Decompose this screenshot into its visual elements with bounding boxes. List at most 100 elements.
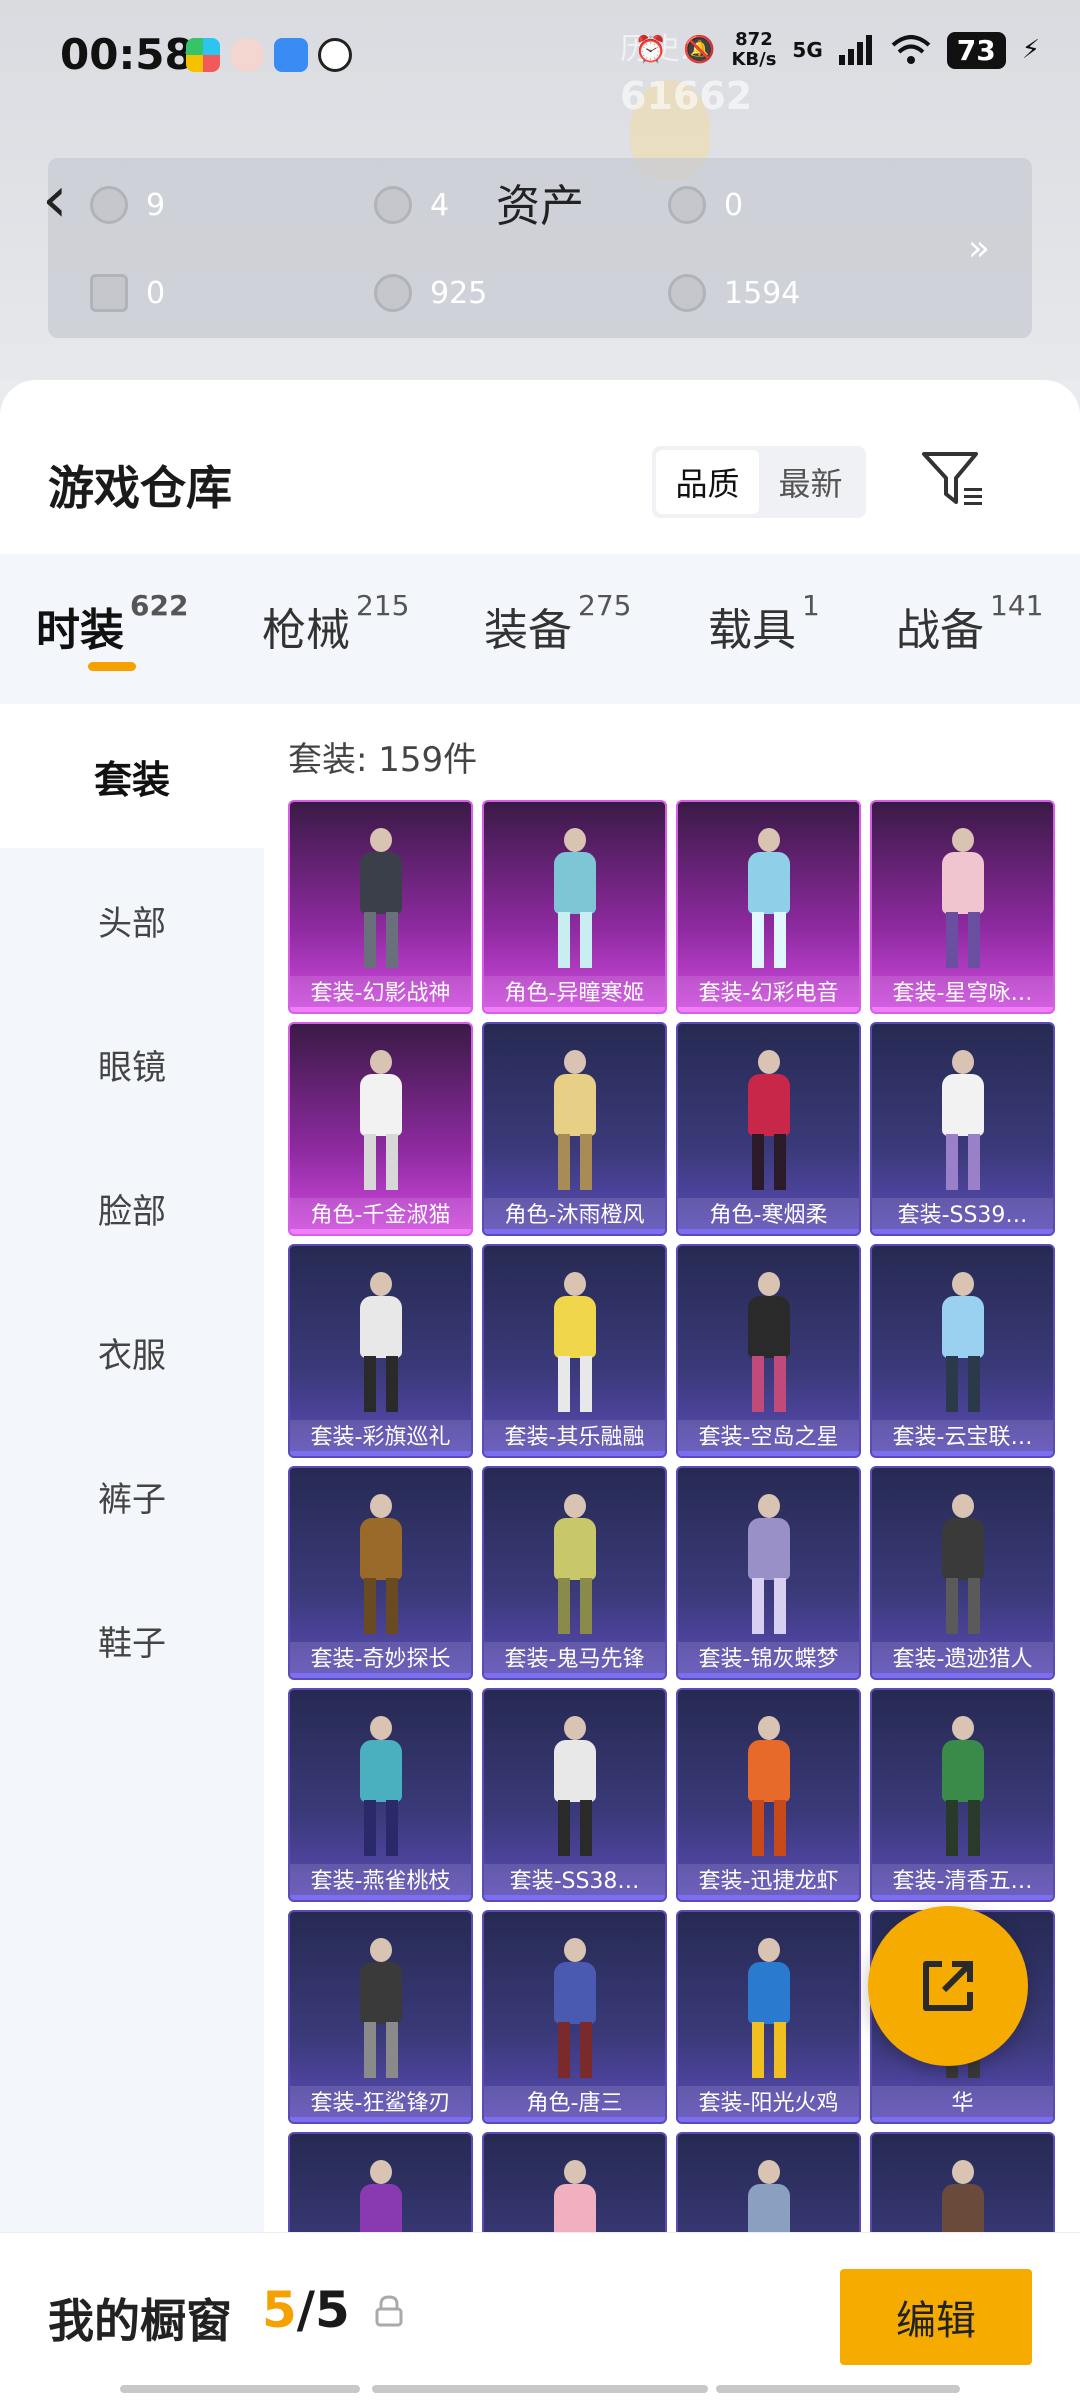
rarity-bar (484, 1007, 665, 1012)
weather-notification-icon (274, 38, 308, 72)
item-tile[interactable]: 套装-SS38… (482, 1688, 667, 1902)
filter-icon[interactable] (920, 448, 984, 512)
item-tile[interactable]: 套装-奇妙探长 (288, 1466, 473, 1680)
sidebar-item-shoes[interactable]: 鞋子 (0, 1568, 264, 1712)
sidebar-item-outfit[interactable]: 套装 (0, 704, 264, 848)
outfit-figure-icon (540, 1938, 610, 2078)
item-tile[interactable]: 套装-燕雀桃枝 (288, 1688, 473, 1902)
item-tile[interactable]: 套装-鬼马先锋 (482, 1466, 667, 1680)
item-tile[interactable]: 套装-迅捷龙虾 (676, 1688, 861, 1902)
coin-icon (668, 186, 706, 224)
sidebar-item-face[interactable]: 脸部 (0, 1136, 264, 1280)
coin-icon (374, 274, 412, 312)
item-tile[interactable]: 套装-其乐融融 (482, 1244, 667, 1458)
item-grid-area: 套装: 159件 套装-幻影战神 角色-异瞳寒姬 套装-幻彩电音 套装-星穹咏… 角色-… (264, 704, 1080, 2400)
item-tile[interactable]: 套装-幻彩电音 (676, 800, 861, 1014)
item-tile[interactable]: 套装-遗迹猎人 (870, 1466, 1055, 1680)
tab-fashion[interactable]: 时装 622 (36, 589, 188, 658)
rarity-bar (484, 1673, 665, 1678)
rarity-bar (678, 2117, 859, 2122)
nav-indicator (120, 2385, 360, 2393)
sidebar: 套装 头部 眼镜 脸部 衣服 裤子 鞋子 (0, 704, 264, 2400)
outfit-figure-icon (928, 828, 998, 968)
outfit-figure-icon (346, 1050, 416, 1190)
rarity-bar (678, 1007, 859, 1012)
outfit-figure-icon (346, 1716, 416, 1856)
signal-icon (838, 35, 872, 65)
rarity-bar (872, 1229, 1053, 1234)
item-tile[interactable]: 套装-阳光火鸡 (676, 1910, 861, 2124)
outfit-figure-icon (540, 828, 610, 968)
item-tile[interactable]: 套装-狂鲨锋刃 (288, 1910, 473, 2124)
rarity-bar (872, 2117, 1053, 2122)
asset-item: 4 (374, 186, 449, 224)
asset-item: 0 (668, 186, 743, 224)
outfit-figure-icon (540, 1494, 610, 1634)
rarity-bar (290, 1895, 471, 1900)
outfit-figure-icon (346, 1938, 416, 2078)
asset-item: 0 (90, 274, 165, 312)
rarity-bar (678, 1451, 859, 1456)
item-tile[interactable]: 套装-清香五… (870, 1688, 1055, 1902)
edit-button[interactable]: 编辑 (840, 2269, 1032, 2365)
charging-icon: ⚡ (1021, 35, 1040, 65)
item-tile[interactable]: 套装-彩旗巡礼 (288, 1244, 473, 1458)
rarity-bar (290, 1229, 471, 1234)
rarity-bar (290, 2117, 471, 2122)
item-tile[interactable]: 套装-星穹咏… (870, 800, 1055, 1014)
share-fab-button[interactable] (868, 1906, 1028, 2066)
network-type: 5G (792, 38, 823, 62)
avatar-notification-icon (230, 38, 264, 72)
outfit-figure-icon (346, 1272, 416, 1412)
sidebar-item-clothes[interactable]: 衣服 (0, 1280, 264, 1424)
sidebar-item-glasses[interactable]: 眼镜 (0, 992, 264, 1136)
tab-guns[interactable]: 枪械 215 (262, 589, 409, 658)
asset-more-icon[interactable]: » (968, 228, 990, 269)
lock-icon[interactable] (374, 2295, 404, 2327)
outfit-figure-icon (734, 1272, 804, 1412)
coin-icon (374, 186, 412, 224)
rarity-bar (290, 1451, 471, 1456)
item-tile[interactable]: 套装-云宝联… (870, 1244, 1055, 1458)
warehouse-title: 游戏仓库 (48, 461, 232, 515)
sort-newest-button[interactable]: 最新 (759, 450, 862, 514)
item-tile[interactable]: 套装-幻影战神 (288, 800, 473, 1014)
outfit-figure-icon (928, 1716, 998, 1856)
item-tile[interactable]: 角色-沐雨橙风 (482, 1022, 667, 1236)
item-tile[interactable]: 角色-异瞳寒姬 (482, 800, 667, 1014)
rarity-bar (290, 1007, 471, 1012)
showcase-label: 我的橱窗 (48, 2294, 232, 2348)
rarity-bar (872, 1007, 1053, 1012)
sidebar-item-head[interactable]: 头部 (0, 848, 264, 992)
showcase-bar: 我的橱窗 5/5 编辑 (0, 2232, 1080, 2400)
net-speed: 872 KB/s (731, 29, 777, 70)
warehouse-sheet: 游戏仓库 品质 最新 时装 622 枪械 215 装备 275 载具 1 战备 141 套… (0, 380, 1080, 2400)
status-indicators: ⏰ 🔕 872 KB/s 5G 73 ⚡ (635, 30, 1040, 70)
outfit-figure-icon (928, 1494, 998, 1634)
outfit-figure-icon (928, 1050, 998, 1190)
outfit-figure-icon (734, 1716, 804, 1856)
alarm-icon: ⏰ (634, 35, 668, 65)
tab-vehicles[interactable]: 载具 1 (708, 589, 820, 658)
tab-supplies[interactable]: 战备 141 (896, 589, 1043, 658)
asset-item: 925 (374, 274, 487, 312)
item-tile[interactable]: 套装-锦灰蝶梦 (676, 1466, 861, 1680)
item-tile[interactable]: 角色-千金淑猫 (288, 1022, 473, 1236)
rarity-bar (678, 1673, 859, 1678)
category-tabs: 时装 622 枪械 215 装备 275 载具 1 战备 141 (0, 554, 1080, 704)
tab-equipment[interactable]: 装备 275 (484, 589, 631, 658)
wifi-icon (891, 35, 931, 64)
outfit-figure-icon (540, 1272, 610, 1412)
item-tile[interactable]: 角色-唐三 (482, 1910, 667, 2124)
asset-item: 9 (90, 186, 165, 224)
asset-item: 1594 (668, 274, 800, 312)
item-tile[interactable]: 套装-空岛之星 (676, 1244, 861, 1458)
rarity-bar (872, 1451, 1053, 1456)
outfit-figure-icon (734, 1938, 804, 2078)
outfit-figure-icon (346, 1494, 416, 1634)
item-tile[interactable]: 角色-寒烟柔 (676, 1022, 861, 1236)
sort-quality-button[interactable]: 品质 (656, 450, 759, 514)
sidebar-item-pants[interactable]: 裤子 (0, 1424, 264, 1568)
rarity-bar (484, 1229, 665, 1234)
item-tile[interactable]: 套装-SS39… (870, 1022, 1055, 1236)
